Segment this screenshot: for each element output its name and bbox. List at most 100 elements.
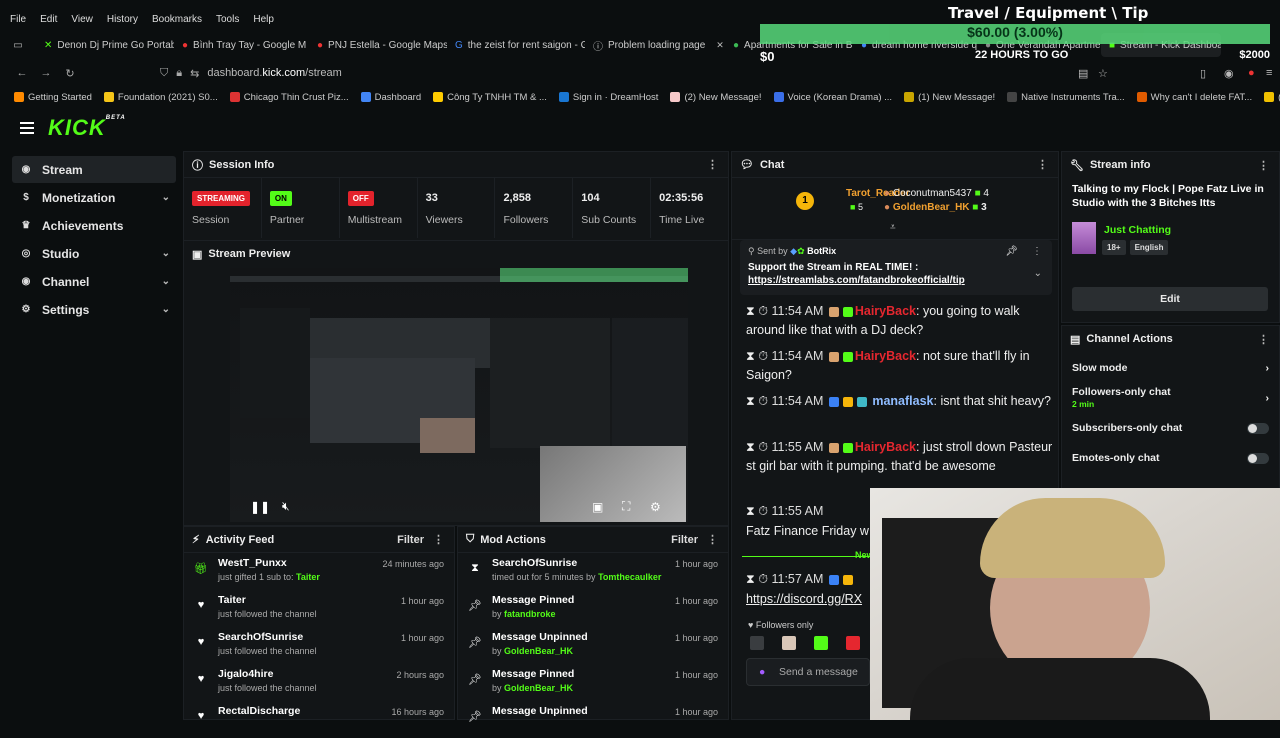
sidebar-item-settings[interactable]: ⚙ Settings ⌄: [12, 296, 176, 323]
pause-icon[interactable]: ❚❚: [250, 500, 270, 514]
bookmark-item[interactable]: Công Ty TNHH TM & ...: [433, 92, 547, 103]
sidebar-item-studio[interactable]: ◎ Studio ⌄: [12, 240, 176, 267]
subscribers-only-toggle[interactable]: [1247, 422, 1269, 434]
more-options-icon[interactable]: ⋮: [1258, 333, 1269, 346]
menu-help[interactable]: Help: [253, 14, 274, 25]
bookmark-item[interactable]: (1) New Message!: [1264, 92, 1280, 103]
feed-item-title[interactable]: Message Pinned: [492, 594, 574, 606]
kick-logo[interactable]: KICKBETA: [48, 115, 126, 141]
edit-stream-info-button[interactable]: Edit: [1072, 287, 1268, 311]
more-options-icon[interactable]: ⋮: [1258, 159, 1269, 172]
filter-button[interactable]: Filter: [397, 534, 424, 546]
feed-item-title[interactable]: Message Pinned: [492, 668, 574, 680]
menu-icon[interactable]: ≡: [1266, 67, 1272, 79]
emote-icon[interactable]: [814, 636, 828, 650]
settings-icon[interactable]: ⚙: [650, 500, 661, 514]
feed-item-title[interactable]: Message Unpinned: [492, 705, 588, 717]
bookmark-item[interactable]: Sign in · DreamHost: [558, 92, 658, 103]
category-thumbnail[interactable]: [1072, 222, 1096, 254]
mic-icon[interactable]: ●: [759, 666, 765, 678]
bookmark-item[interactable]: (1) New Message!: [904, 92, 995, 103]
reload-icon[interactable]: ↻: [58, 67, 82, 80]
lock-icon[interactable]: 🔒︎: [176, 67, 182, 80]
browser-tab[interactable]: Gthe zeist for rent saigon - G: [447, 33, 585, 57]
pin-icon[interactable]: 📌︎: [1005, 246, 1018, 257]
expand-icon[interactable]: ⩡: [890, 222, 896, 233]
menu-file[interactable]: File: [10, 14, 26, 25]
feed-item-title[interactable]: Jigalo4hire: [218, 668, 317, 680]
category-link[interactable]: Just Chatting: [1104, 224, 1171, 236]
fullscreen-icon[interactable]: ⛶: [622, 499, 630, 514]
url-bar[interactable]: ⛉ 🔒︎ ⇆ dashboard.kick.com/stream ▤ ☆ ▯ ◉…: [160, 62, 1280, 84]
browser-tab-active[interactable]: ■ Stream - Kick Dashboard: [1101, 33, 1221, 57]
hamburger-menu-icon[interactable]: [20, 122, 34, 134]
sidebar-item-achievements[interactable]: ♛ Achievements: [12, 212, 176, 239]
emote-icon[interactable]: [750, 636, 764, 650]
filter-button[interactable]: Filter: [671, 534, 698, 546]
more-options-icon[interactable]: ⋮: [707, 158, 718, 171]
leaderboard-user[interactable]: ● Coconutman5437 ■ 4: [884, 188, 989, 199]
followers-only-row[interactable]: Followers-only chat 2 min ›: [1062, 384, 1279, 412]
emote-icon[interactable]: [782, 636, 796, 650]
feed-item-title[interactable]: Taiter: [218, 594, 317, 606]
feed-item-user[interactable]: Tomthecaulker: [598, 572, 661, 582]
forward-icon[interactable]: →: [34, 67, 58, 79]
shield-icon[interactable]: ⛉: [160, 67, 168, 80]
close-tab-icon[interactable]: ✕: [716, 40, 724, 51]
bookmark-item[interactable]: Voice (Korean Drama) ...: [773, 92, 892, 103]
chevron-down-icon[interactable]: ⌄: [1034, 268, 1042, 279]
more-options-icon[interactable]: ⋮: [1037, 158, 1048, 171]
browser-tab[interactable]: ⓘ Problem loading page ✕: [585, 33, 725, 57]
browser-tab[interactable]: ● dream home riverside qu: [853, 33, 977, 57]
sidebar-item-monetization[interactable]: $ Monetization ⌄: [12, 184, 176, 211]
tag[interactable]: 18+: [1102, 240, 1126, 255]
menu-edit[interactable]: Edit: [40, 14, 57, 25]
feed-item-user[interactable]: Taiter: [296, 572, 320, 582]
emotes-only-toggle[interactable]: [1247, 452, 1269, 464]
chat-input[interactable]: ● Send a message: [746, 658, 870, 686]
bookmark-star-icon[interactable]: ☆: [1098, 67, 1108, 80]
tab-list-icon[interactable]: ▭: [0, 40, 36, 51]
feed-item-title[interactable]: SearchOfSunrise: [492, 557, 661, 569]
stream-preview-player[interactable]: ❚❚ 🔇︎ ▣ ⛶ ⚙: [230, 268, 688, 522]
bookmark-item[interactable]: Chicago Thin Crust Piz...: [229, 92, 349, 103]
bookmark-item[interactable]: Dashboard: [360, 92, 421, 103]
mute-icon[interactable]: 🔇︎: [282, 499, 290, 514]
feed-item-title[interactable]: WestT_Punxx: [218, 557, 320, 569]
pip-icon[interactable]: ▣: [592, 500, 603, 514]
browser-tab[interactable]: ● One Verandah Apartment: [977, 33, 1101, 57]
browser-tab[interactable]: ● Bình Tray Tay - Google M: [174, 33, 309, 57]
sidebar-item-channel[interactable]: ◉ Channel ⌄: [12, 268, 176, 295]
bookmark-item[interactable]: Getting Started: [14, 92, 92, 103]
slow-mode-row[interactable]: Slow mode ›: [1062, 352, 1279, 384]
pinned-link[interactable]: https://streamlabs.com/fatandbrokeoffici…: [748, 275, 965, 286]
tag[interactable]: English: [1129, 240, 1169, 255]
more-options-icon[interactable]: ⋮: [1032, 246, 1042, 257]
bookmark-item[interactable]: Foundation (2021) S0...: [103, 92, 218, 103]
feed-item-user[interactable]: fatandbroke: [504, 609, 556, 619]
emote-icon[interactable]: [846, 636, 860, 650]
browser-tab[interactable]: ✕ Denon Dj Prime Go Portab: [36, 33, 174, 57]
sidebar-item-stream[interactable]: ◉ Stream: [12, 156, 176, 183]
feed-item-title[interactable]: SearchOfSunrise: [218, 631, 317, 643]
feed-item-user[interactable]: GoldenBear_HK: [504, 646, 573, 656]
reader-icon[interactable]: ▤: [1078, 67, 1088, 80]
feed-item-title[interactable]: RectalDischarge: [218, 705, 300, 717]
more-options-icon[interactable]: ⋮: [707, 533, 718, 546]
back-icon[interactable]: ←: [10, 67, 34, 79]
menu-tools[interactable]: Tools: [216, 14, 239, 25]
browser-tab[interactable]: ● Apartments for Sale in Bi: [725, 33, 853, 57]
more-options-icon[interactable]: ⋮: [433, 533, 444, 546]
feed-item-title[interactable]: Message Unpinned: [492, 631, 588, 643]
browser-tab[interactable]: ● PNJ Estella - Google Maps: [309, 33, 447, 57]
account-icon[interactable]: ◉: [1224, 67, 1234, 80]
permissions-icon[interactable]: ⇆: [190, 67, 199, 80]
bookmark-item[interactable]: (2) New Message!: [670, 92, 762, 103]
menu-history[interactable]: History: [107, 14, 138, 25]
bookmark-item[interactable]: Native Instruments Tra...: [1007, 92, 1125, 103]
url-text[interactable]: dashboard.kick.com/stream: [207, 67, 342, 79]
bookmark-item[interactable]: Why can't I delete FAT...: [1136, 92, 1252, 103]
menu-view[interactable]: View: [71, 14, 93, 25]
menu-bookmarks[interactable]: Bookmarks: [152, 14, 202, 25]
extension-icon[interactable]: ●: [1248, 67, 1255, 79]
